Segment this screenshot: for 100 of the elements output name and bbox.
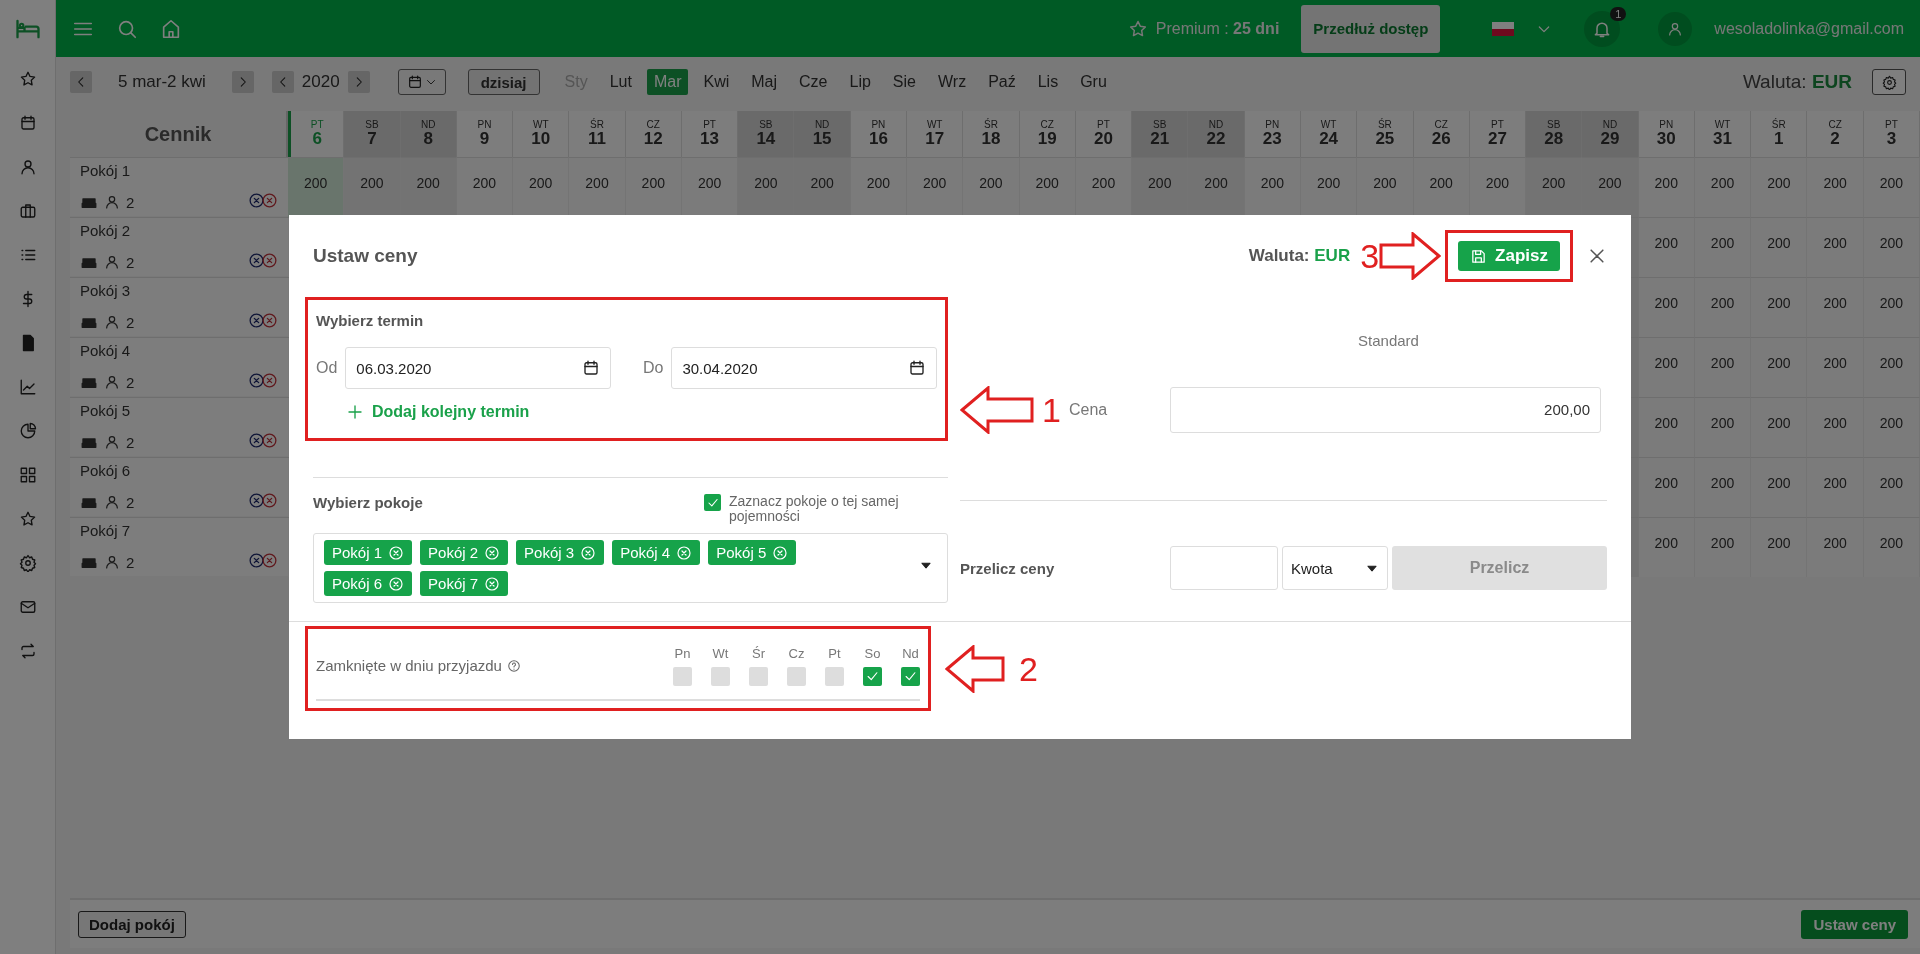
price-cell[interactable]: 200 — [1751, 157, 1808, 217]
price-cell[interactable]: 200 — [1694, 337, 1752, 397]
month-tab[interactable]: Paź — [981, 69, 1023, 95]
price-cell[interactable]: 200 — [1075, 157, 1133, 217]
price-cell[interactable]: 200 — [1751, 517, 1808, 577]
extend-access-button[interactable]: Przedłuż dostęp — [1301, 4, 1441, 53]
price-cell[interactable]: 200 — [1751, 217, 1808, 277]
set-prices-button[interactable]: Ustaw ceny — [1801, 909, 1908, 939]
price-cell[interactable]: 200 — [1751, 277, 1808, 337]
price-cell[interactable]: 200 — [1638, 517, 1695, 577]
month-tab[interactable]: Cze — [792, 69, 835, 95]
room-multiselect[interactable]: Pokój 1 Pokój 2 Pokój 3 Pokój 4 Pokój 5 Pokój 6 Pokój 7 — [313, 533, 948, 604]
close-circle-icon[interactable] — [248, 552, 265, 569]
month-tab[interactable]: Gru — [1073, 69, 1114, 95]
flag-icon[interactable] — [1492, 21, 1515, 36]
price-cell[interactable]: 200 — [1863, 397, 1920, 457]
month-tab[interactable]: Lip — [842, 69, 878, 95]
grid-icon[interactable] — [18, 466, 37, 484]
star-icon[interactable] — [18, 510, 37, 528]
price-cell[interactable]: 200 — [1751, 397, 1808, 457]
room-tag[interactable]: Pokój 6 — [324, 571, 413, 597]
close-circle-icon[interactable] — [248, 372, 265, 389]
today-button[interactable]: dzisiaj — [467, 69, 540, 95]
price-cell[interactable]: 200 — [1132, 157, 1189, 217]
price-cell[interactable]: 200 — [1694, 157, 1752, 217]
price-cell[interactable]: 200 — [1694, 517, 1752, 577]
price-cell[interactable]: 200 — [1638, 337, 1695, 397]
calendar-dropdown[interactable] — [397, 69, 446, 95]
price-cell[interactable]: 200 — [907, 157, 964, 217]
month-tab[interactable]: Wrz — [931, 69, 974, 95]
add-room-button[interactable]: Dodaj pokój — [78, 910, 186, 938]
next-button[interactable] — [347, 71, 370, 93]
close-circle-icon[interactable] — [261, 372, 278, 389]
price-cell[interactable]: 200 — [1751, 457, 1808, 517]
close-icon[interactable] — [1587, 246, 1607, 266]
calendar-icon[interactable] — [18, 114, 37, 132]
avatar[interactable] — [1658, 11, 1693, 46]
price-cell[interactable]: 200 — [1863, 277, 1920, 337]
price-cell[interactable]: 200 — [963, 157, 1020, 217]
price-cell[interactable]: 200 — [1807, 457, 1864, 517]
price-cell[interactable]: 200 — [1807, 217, 1864, 277]
close-circle-icon[interactable] — [248, 312, 265, 329]
price-cell[interactable]: 200 — [1863, 157, 1920, 217]
month-tab[interactable]: Kwi — [696, 69, 737, 95]
price-cell[interactable]: 200 — [1807, 517, 1864, 577]
price-cell[interactable]: 200 — [1694, 457, 1752, 517]
month-tab[interactable]: Maj — [744, 69, 785, 95]
close-circle-icon[interactable] — [248, 432, 265, 449]
checkbox[interactable] — [673, 666, 692, 686]
price-cell[interactable]: 200 — [1638, 397, 1695, 457]
price-cell[interactable]: 200 — [1019, 157, 1076, 217]
close-circle-icon[interactable] — [248, 192, 265, 209]
input-field[interactable] — [1170, 546, 1278, 591]
price-cell[interactable]: 200 — [681, 157, 739, 217]
price-cell[interactable]: 200 — [1469, 157, 1527, 217]
price-cell[interactable]: 200 — [569, 157, 626, 217]
price-cell[interactable]: 200 — [850, 157, 908, 217]
price-field[interactable]: 200,00 — [1170, 386, 1601, 433]
date-field[interactable]: 30.04.2020 — [671, 347, 937, 389]
price-cell[interactable]: 200 — [1694, 397, 1752, 457]
price-cell[interactable]: 200 — [1807, 157, 1864, 217]
price-cell[interactable]: 200 — [738, 157, 795, 217]
close-circle-icon[interactable] — [248, 492, 265, 509]
price-cell[interactable]: 200 — [1863, 457, 1920, 517]
month-tab[interactable]: Lis — [1030, 69, 1066, 95]
price-cell[interactable]: 200 — [1807, 397, 1864, 457]
month-tab[interactable]: Lut — [602, 69, 639, 95]
briefcase-icon[interactable] — [18, 202, 37, 220]
price-cell[interactable]: 200 — [1638, 277, 1695, 337]
price-cell[interactable]: 200 — [400, 157, 457, 217]
month-tab[interactable]: Mar — [646, 69, 689, 95]
room-tag[interactable]: Pokój 3 — [516, 540, 605, 566]
home-icon[interactable] — [160, 17, 182, 40]
price-cell[interactable]: 200 — [1244, 157, 1301, 217]
close-circle-icon[interactable] — [261, 252, 278, 269]
room-tag[interactable]: Pokój 4 — [612, 540, 701, 566]
price-cell[interactable]: 200 — [1751, 337, 1808, 397]
price-cell[interactable]: 200 — [1188, 157, 1245, 217]
save-button[interactable]: Zapisz — [1458, 241, 1560, 271]
mail-icon[interactable] — [18, 598, 37, 616]
price-cell[interactable]: 200 — [1807, 277, 1864, 337]
date-field[interactable]: 06.03.2020 — [345, 347, 611, 389]
star-icon[interactable] — [18, 70, 37, 88]
price-cell[interactable]: 200 — [1413, 157, 1470, 217]
checkbox[interactable] — [863, 666, 882, 686]
price-cell[interactable]: 200 — [1526, 157, 1583, 217]
settings-icon[interactable] — [18, 554, 37, 572]
checkbox[interactable] — [787, 666, 806, 686]
price-cell[interactable]: 200 — [456, 157, 514, 217]
price-cell[interactable]: 200 — [1300, 157, 1358, 217]
room-tag[interactable]: Pokój 2 — [420, 540, 509, 566]
repeat-icon[interactable] — [18, 642, 37, 660]
price-cell[interactable]: 200 — [1694, 277, 1752, 337]
price-cell[interactable]: 200 — [1638, 457, 1695, 517]
notifications-button[interactable] — [1584, 10, 1621, 47]
price-cell[interactable]: 200 — [344, 157, 401, 217]
room-tag[interactable]: Pokój 5 — [708, 540, 797, 566]
price-cell[interactable]: 200 — [1638, 217, 1695, 277]
previous-button[interactable] — [271, 71, 294, 93]
checkbox[interactable] — [711, 666, 730, 686]
